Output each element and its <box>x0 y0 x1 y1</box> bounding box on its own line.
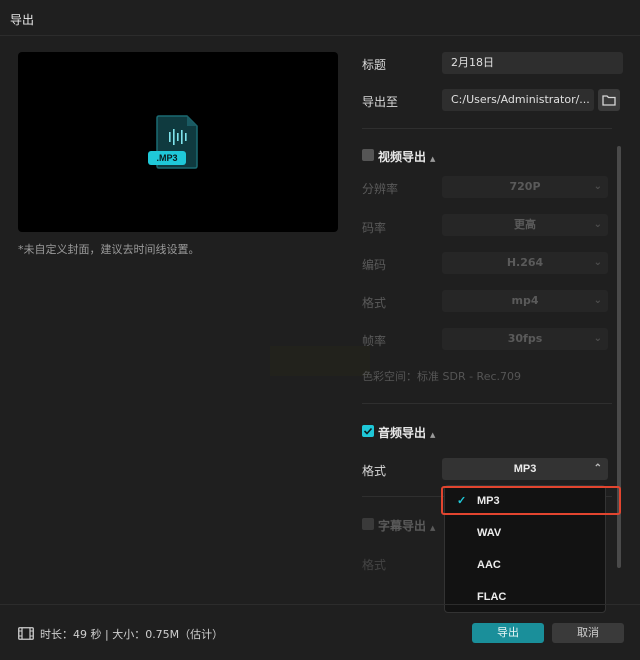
dropdown-option-aac[interactable]: AAC <box>445 552 605 578</box>
window-title: 导出 <box>10 13 35 27</box>
chevron-down-icon: ⌄ <box>593 257 602 268</box>
dropdown-option-label: WAV <box>477 527 502 539</box>
subtitle-format-label: 格式 <box>362 558 387 572</box>
video-export-heading: 视频导出 ▲ <box>378 148 435 165</box>
codec-select: H.264 ⌄ <box>442 252 608 274</box>
fps-value: 30fps <box>507 332 543 345</box>
selection-highlight-box <box>441 486 621 515</box>
audio-format-value: MP3 <box>513 463 537 475</box>
colorspace-text: 色彩空间：标准 SDR - Rec.709 <box>362 370 522 383</box>
title-label: 标题 <box>362 58 387 72</box>
dropdown-option-label: FLAC <box>477 591 507 603</box>
bitrate-value: 更高 <box>514 218 536 231</box>
divider <box>362 128 612 129</box>
ghost-overlay <box>270 346 370 376</box>
check-icon <box>363 427 373 435</box>
chevron-down-icon: ⌄ <box>593 295 602 306</box>
fps-select: 30fps ⌄ <box>442 328 608 350</box>
subtitle-export-title: 字幕导出 <box>378 519 427 533</box>
collapse-caret-icon[interactable]: ▲ <box>430 524 435 532</box>
resolution-value: 720P <box>509 180 541 193</box>
bitrate-select: 更高 ⌄ <box>442 214 608 236</box>
codec-value: H.264 <box>506 256 544 269</box>
video-format-value: mp4 <box>511 294 539 307</box>
file-type-tag: .MP3 <box>148 151 186 165</box>
resolution-select: 720P ⌄ <box>442 176 608 198</box>
audio-format-label: 格式 <box>362 464 387 478</box>
folder-icon <box>602 95 616 106</box>
subtitle-export-heading: 字幕导出 ▲ <box>378 517 435 534</box>
dropdown-option-label: AAC <box>477 559 501 571</box>
dropdown-option-wav[interactable]: WAV <box>445 520 605 546</box>
resolution-label: 分辨率 <box>362 182 399 196</box>
export-to-label: 导出至 <box>362 95 399 109</box>
film-icon <box>18 627 34 640</box>
title-bar: 导出 <box>0 0 640 36</box>
video-export-title: 视频导出 <box>378 150 427 164</box>
export-path-input[interactable]: C:/Users/Administrator/... <box>442 89 594 111</box>
audio-export-title: 音频导出 <box>378 426 427 440</box>
audio-format-select[interactable]: MP3 ⌃ <box>442 458 608 480</box>
audio-export-checkbox[interactable] <box>362 425 374 437</box>
collapse-caret-icon[interactable]: ▲ <box>430 155 435 163</box>
chevron-up-icon: ⌃ <box>593 463 602 474</box>
subtitle-export-checkbox[interactable] <box>362 518 374 530</box>
chevron-down-icon: ⌄ <box>593 219 602 230</box>
bitrate-label: 码率 <box>362 221 387 235</box>
video-export-checkbox[interactable] <box>362 149 374 161</box>
cover-note: *未自定义封面，建议去时间线设置。 <box>18 243 200 256</box>
video-format-select: mp4 ⌄ <box>442 290 608 312</box>
cover-preview: .MP3 <box>18 52 338 232</box>
cancel-button[interactable]: 取消 <box>552 623 624 643</box>
export-button[interactable]: 导出 <box>472 623 544 643</box>
chevron-down-icon: ⌄ <box>593 181 602 192</box>
audio-export-heading: 音频导出 ▲ <box>378 424 435 441</box>
title-input[interactable]: 2月18日 <box>442 52 623 74</box>
collapse-caret-icon[interactable]: ▲ <box>430 431 435 439</box>
video-format-label: 格式 <box>362 296 387 310</box>
duration-size-info: 时长：49 秒 | 大小：0.75M（估计） <box>40 628 224 641</box>
browse-folder-button[interactable] <box>598 89 620 111</box>
divider <box>362 403 612 404</box>
codec-label: 编码 <box>362 258 387 272</box>
chevron-down-icon: ⌄ <box>593 333 602 344</box>
